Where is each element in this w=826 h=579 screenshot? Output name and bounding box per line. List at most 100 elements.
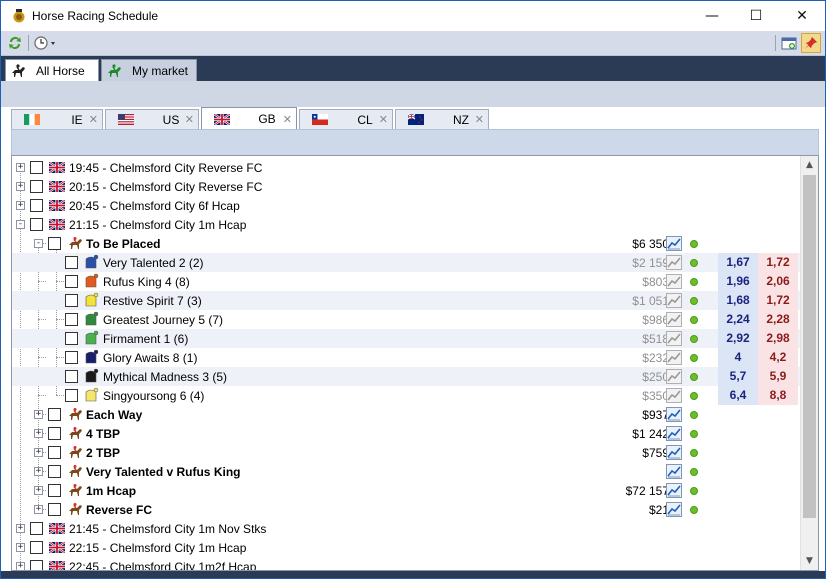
back-odds-cell[interactable]: 4: [718, 348, 758, 367]
race-checkbox[interactable]: [30, 522, 43, 535]
runner-row[interactable]: Restive Spirit 7 (3) $1 051 1,68 1,72: [12, 291, 800, 310]
market-checkbox[interactable]: [48, 237, 61, 250]
lay-odds-cell[interactable]: 4,2: [758, 348, 798, 367]
back-odds-cell[interactable]: 2,92: [718, 329, 758, 348]
market-checkbox[interactable]: [48, 408, 61, 421]
scroll-down-arrow-icon[interactable]: ▼: [801, 552, 818, 569]
lay-odds-cell[interactable]: 2,06: [758, 272, 798, 291]
expand-toggle-icon[interactable]: +: [34, 448, 43, 457]
price-chart-icon[interactable]: [666, 445, 682, 460]
market-row[interactable]: + Reverse FC $21: [12, 500, 800, 519]
tab-country-us[interactable]: US ✕: [105, 109, 199, 129]
close-tab-icon[interactable]: ✕: [185, 113, 194, 126]
tab-all-horse[interactable]: All Horse: [5, 59, 99, 82]
lay-odds-cell[interactable]: 2,28: [758, 310, 798, 329]
expand-toggle-icon[interactable]: +: [34, 505, 43, 514]
tab-my-market[interactable]: My market: [101, 59, 197, 81]
price-chart-icon[interactable]: [666, 331, 682, 346]
back-odds-cell[interactable]: 1,68: [718, 291, 758, 310]
price-chart-icon[interactable]: [666, 236, 682, 251]
price-chart-icon[interactable]: [666, 274, 682, 289]
market-checkbox[interactable]: [48, 503, 61, 516]
maximize-button[interactable]: ☐: [733, 1, 779, 31]
price-chart-icon[interactable]: [666, 464, 682, 479]
runner-checkbox[interactable]: [65, 332, 78, 345]
close-button[interactable]: ✕: [779, 1, 825, 31]
race-checkbox[interactable]: [30, 161, 43, 174]
collapse-toggle-icon[interactable]: -: [34, 239, 43, 248]
expand-toggle-icon[interactable]: +: [34, 429, 43, 438]
runner-row[interactable]: Greatest Journey 5 (7) $986 2,24 2,28: [12, 310, 800, 329]
market-row[interactable]: +1m Hcap $72 157: [12, 481, 800, 500]
back-odds-cell[interactable]: 6,4: [718, 386, 758, 405]
market-checkbox[interactable]: [48, 484, 61, 497]
expand-toggle-icon[interactable]: +: [16, 562, 25, 570]
price-chart-icon[interactable]: [666, 350, 682, 365]
price-chart-icon[interactable]: [666, 388, 682, 403]
back-odds-cell[interactable]: 1,67: [718, 253, 758, 272]
schedule-time-dropdown[interactable]: [33, 33, 59, 53]
close-tab-icon[interactable]: ✕: [475, 113, 484, 126]
race-checkbox[interactable]: [30, 560, 43, 570]
runner-checkbox[interactable]: [65, 351, 78, 364]
market-checkbox[interactable]: [48, 446, 61, 459]
expand-toggle-icon[interactable]: +: [16, 543, 25, 552]
price-chart-icon[interactable]: [666, 407, 682, 422]
close-tab-icon[interactable]: ✕: [89, 113, 98, 126]
runner-row[interactable]: Very Talented 2 (2) $2 159 1,67 1,72: [12, 253, 800, 272]
new-window-button[interactable]: [779, 33, 799, 53]
lay-odds-cell[interactable]: 1,72: [758, 253, 798, 272]
price-chart-icon[interactable]: [666, 483, 682, 498]
expand-toggle-icon[interactable]: +: [34, 486, 43, 495]
lay-odds-cell[interactable]: 8,8: [758, 386, 798, 405]
close-tab-icon[interactable]: ✕: [379, 113, 388, 126]
runner-row[interactable]: Singyoursong 6 (4) $350 6,4 8,8: [12, 386, 800, 405]
expand-toggle-icon[interactable]: +: [16, 201, 25, 210]
refresh-button[interactable]: [5, 33, 25, 53]
race-row[interactable]: +20:45 - Chelmsford City 6f Hcap: [12, 196, 800, 215]
expand-toggle-icon[interactable]: +: [16, 163, 25, 172]
race-row[interactable]: +21:45 - Chelmsford City 1m Nov Stks: [12, 519, 800, 538]
runner-row[interactable]: Rufus King 4 (8) $803 1,96 2,06: [12, 272, 800, 291]
race-row[interactable]: +20:15 - Chelmsford City Reverse FC: [12, 177, 800, 196]
tab-country-ie[interactable]: IE ✕: [11, 109, 103, 129]
runner-row[interactable]: Firmament 1 (6) $518 2,92 2,98: [12, 329, 800, 348]
market-checkbox[interactable]: [48, 465, 61, 478]
lay-odds-cell[interactable]: 2,98: [758, 329, 798, 348]
close-tab-icon[interactable]: ✕: [283, 113, 292, 126]
runner-row[interactable]: Mythical Madness 3 (5) $250 5,7 5,9: [12, 367, 800, 386]
expand-toggle-icon[interactable]: +: [16, 524, 25, 533]
race-row[interactable]: +22:15 - Chelmsford City 1m Hcap: [12, 538, 800, 557]
race-row[interactable]: +19:45 - Chelmsford City Reverse FC: [12, 158, 800, 177]
scroll-up-arrow-icon[interactable]: ▲: [801, 156, 818, 173]
vertical-scrollbar[interactable]: ▲ ▼: [800, 156, 818, 570]
price-chart-icon[interactable]: [666, 255, 682, 270]
price-chart-icon[interactable]: [666, 312, 682, 327]
market-checkbox[interactable]: [48, 427, 61, 440]
price-chart-icon[interactable]: [666, 293, 682, 308]
minimize-button[interactable]: —: [689, 1, 735, 31]
collapse-toggle-icon[interactable]: -: [16, 220, 25, 229]
runner-checkbox[interactable]: [65, 256, 78, 269]
race-checkbox[interactable]: [30, 218, 43, 231]
tab-country-cl[interactable]: CL ✕: [299, 109, 393, 129]
scrollbar-thumb[interactable]: [803, 175, 816, 518]
expand-toggle-icon[interactable]: +: [16, 182, 25, 191]
market-row[interactable]: +2 TBP $759: [12, 443, 800, 462]
runner-checkbox[interactable]: [65, 370, 78, 383]
market-row[interactable]: - To Be Placed $6 350: [12, 234, 800, 253]
race-row[interactable]: - 21:15 - Chelmsford City 1m Hcap: [12, 215, 800, 234]
race-checkbox[interactable]: [30, 180, 43, 193]
market-row[interactable]: +4 TBP $1 242: [12, 424, 800, 443]
tab-country-gb[interactable]: GB ✕: [201, 107, 297, 130]
lay-odds-cell[interactable]: 5,9: [758, 367, 798, 386]
race-checkbox[interactable]: [30, 541, 43, 554]
back-odds-cell[interactable]: 5,7: [718, 367, 758, 386]
runner-checkbox[interactable]: [65, 275, 78, 288]
back-odds-cell[interactable]: 2,24: [718, 310, 758, 329]
expand-toggle-icon[interactable]: +: [34, 467, 43, 476]
runner-row[interactable]: Glory Awaits 8 (1) $232 4 4,2: [12, 348, 800, 367]
runner-checkbox[interactable]: [65, 294, 78, 307]
tab-country-nz[interactable]: NZ ✕: [395, 109, 489, 129]
race-checkbox[interactable]: [30, 199, 43, 212]
